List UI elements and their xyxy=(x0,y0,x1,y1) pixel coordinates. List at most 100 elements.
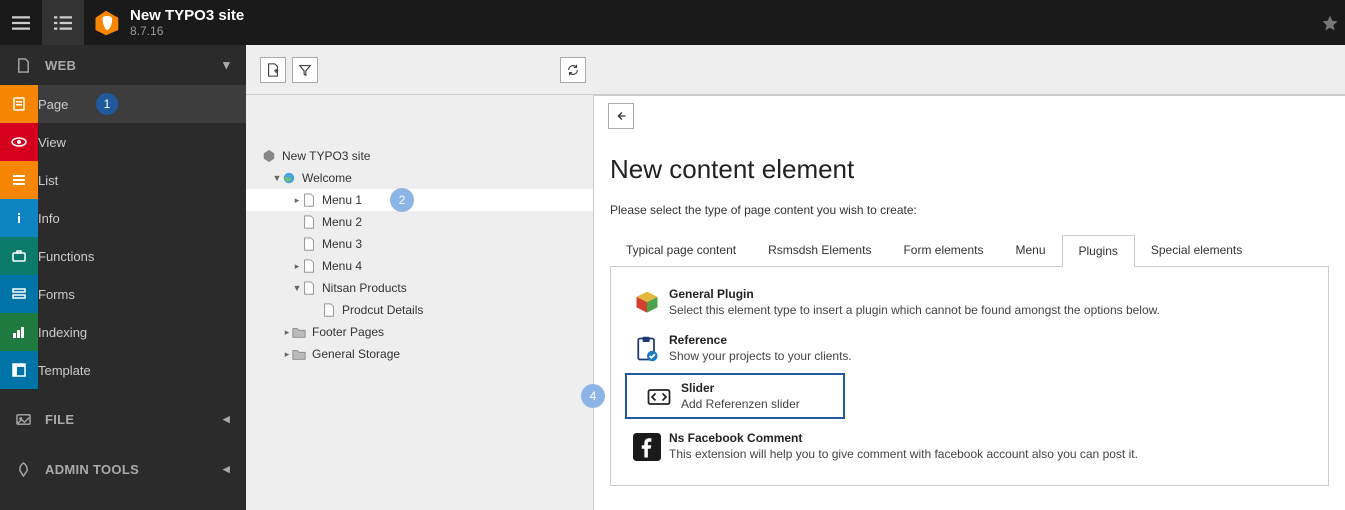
template-icon xyxy=(11,362,27,378)
expand-icon[interactable]: ▸ xyxy=(292,195,302,206)
tree-site-root[interactable]: New TYPO3 site xyxy=(246,145,593,167)
tab-special[interactable]: Special elements xyxy=(1135,235,1258,266)
tree-item-menu4[interactable]: ▸ Menu 4 xyxy=(246,255,593,277)
site-version: 8.7.16 xyxy=(130,24,244,38)
sidebar-item-label: Indexing xyxy=(38,325,87,340)
sidebar-section-label: FILE xyxy=(45,412,74,427)
sidebar-item-label: List xyxy=(38,173,58,188)
sidebar-item-list[interactable]: List xyxy=(0,161,246,199)
tree-item-footer-pages[interactable]: ▸ Footer Pages xyxy=(246,321,593,343)
refresh-button[interactable] xyxy=(560,57,586,83)
add-page-button[interactable] xyxy=(260,57,286,83)
plugin-title: General Plugin xyxy=(669,287,1314,301)
sidebar-item-label: Info xyxy=(38,211,60,226)
tree-label: Menu 2 xyxy=(322,215,362,229)
page-icon xyxy=(11,96,27,112)
hint-text: Please select the type of page content y… xyxy=(610,203,1329,217)
plugin-desc: This extension will help you to give com… xyxy=(669,447,1314,461)
image-icon xyxy=(16,412,31,427)
typo3-logo-icon xyxy=(92,9,120,37)
plugin-title: Slider xyxy=(681,381,833,395)
module-sidebar: WEB ▾ Page 1 View List Info Functions Fo… xyxy=(0,45,246,510)
sidebar-item-template[interactable]: Template xyxy=(0,351,246,389)
rocket-icon xyxy=(16,462,31,477)
tree-item-menu1[interactable]: ▸ Menu 1 2 xyxy=(246,189,593,211)
annotation-4: 4 xyxy=(581,384,605,408)
star-icon[interactable] xyxy=(1321,14,1339,32)
box-icon xyxy=(633,289,661,317)
page-icon xyxy=(302,259,316,273)
sidebar-section-file[interactable]: FILE ◂ xyxy=(0,399,246,439)
plugin-facebook-comment[interactable]: Ns Facebook Comment This extension will h… xyxy=(625,425,1314,471)
plugin-desc: Add Referenzen slider xyxy=(681,397,833,411)
collapse-icon[interactable]: ▼ xyxy=(272,173,282,183)
annotation-1: 1 xyxy=(96,93,118,115)
sidebar-item-functions[interactable]: Functions xyxy=(0,237,246,275)
sidebar-section-label: WEB xyxy=(45,58,76,73)
page-icon xyxy=(322,303,336,317)
sidebar-item-label: Forms xyxy=(38,287,75,302)
tree-item-menu3[interactable]: Menu 3 xyxy=(246,233,593,255)
sidebar-section-admin-tools[interactable]: ADMIN TOOLS ◂ xyxy=(0,449,246,489)
chart-icon xyxy=(11,324,27,340)
folder-icon xyxy=(292,325,306,339)
sidebar-item-forms[interactable]: Forms xyxy=(0,275,246,313)
tab-form[interactable]: Form elements xyxy=(887,235,999,266)
plugin-slider[interactable]: Slider Add Referenzen slider xyxy=(625,373,845,419)
sidebar-item-page[interactable]: Page 1 xyxy=(0,85,246,123)
site-title: New TYPO3 site xyxy=(130,7,244,24)
eye-icon xyxy=(11,134,27,150)
annotation-2: 2 xyxy=(390,188,414,212)
tree-label: Footer Pages xyxy=(312,325,384,339)
sidebar-item-label: Template xyxy=(38,363,91,378)
tree-label: Nitsan Products xyxy=(322,281,407,295)
page-title: New content element xyxy=(610,154,1329,185)
expand-icon[interactable]: ▸ xyxy=(292,261,302,272)
plugin-general[interactable]: General Plugin Select this element type t… xyxy=(625,281,1314,327)
content-area: New content element Please select the ty… xyxy=(594,95,1345,510)
tab-typical[interactable]: Typical page content xyxy=(610,235,752,266)
plugin-desc: Show your projects to your clients. xyxy=(669,349,1314,363)
menu-toggle-icon[interactable] xyxy=(0,0,42,45)
expand-icon[interactable]: ▸ xyxy=(282,349,292,360)
globe-icon xyxy=(282,171,296,185)
folder-icon xyxy=(292,347,306,361)
plugin-title: Ns Facebook Comment xyxy=(669,431,1314,445)
sidebar-item-indexing[interactable]: Indexing xyxy=(0,313,246,351)
slider-icon xyxy=(645,383,673,411)
chevron-left-icon: ◂ xyxy=(223,411,230,427)
back-button[interactable] xyxy=(608,103,634,129)
tree-label: Menu 3 xyxy=(322,237,362,251)
sidebar-item-info[interactable]: Info xyxy=(0,199,246,237)
plugin-desc: Select this element type to insert a plu… xyxy=(669,303,1314,317)
tab-plugins[interactable]: Plugins xyxy=(1062,235,1135,267)
tab-rsmsdsh[interactable]: Rsmsdsh Elements xyxy=(752,235,887,266)
sidebar-item-label: Page xyxy=(38,97,68,112)
list-icon xyxy=(11,172,27,188)
tree-item-menu2[interactable]: Menu 2 xyxy=(246,211,593,233)
plugin-reference[interactable]: ReferenceShow your projects to your clie… xyxy=(625,327,1314,373)
briefcase-icon xyxy=(11,248,27,264)
tab-menu[interactable]: Menu xyxy=(999,235,1061,266)
tree-item-product-details[interactable]: Prodcut Details xyxy=(246,299,593,321)
tree-item-nitsan[interactable]: ▼ Nitsan Products xyxy=(246,277,593,299)
sidebar-section-web[interactable]: WEB ▾ xyxy=(0,45,246,85)
facebook-icon xyxy=(633,433,661,461)
sidebar-item-view[interactable]: View xyxy=(0,123,246,161)
sidebar-item-label: Functions xyxy=(38,249,94,264)
tree-toggle-icon[interactable] xyxy=(42,0,84,45)
chevron-down-icon: ▾ xyxy=(223,57,230,73)
document-icon xyxy=(16,58,31,73)
plugins-panel: General Plugin Select this element type t… xyxy=(610,266,1329,486)
tree-label: Welcome xyxy=(302,171,352,185)
tree-item-general-storage[interactable]: ▸ General Storage xyxy=(246,343,593,365)
tree-item-welcome[interactable]: ▼ Welcome xyxy=(246,167,593,189)
filter-button[interactable] xyxy=(292,57,318,83)
tree-label: General Storage xyxy=(312,347,400,361)
tree-label: Menu 4 xyxy=(322,259,362,273)
form-icon xyxy=(11,286,27,302)
collapse-icon[interactable]: ▼ xyxy=(292,283,302,293)
expand-icon[interactable]: ▸ xyxy=(282,327,292,338)
wizard-tabs: Typical page content Rsmsdsh Elements Fo… xyxy=(610,235,1329,266)
page-icon xyxy=(302,237,316,251)
